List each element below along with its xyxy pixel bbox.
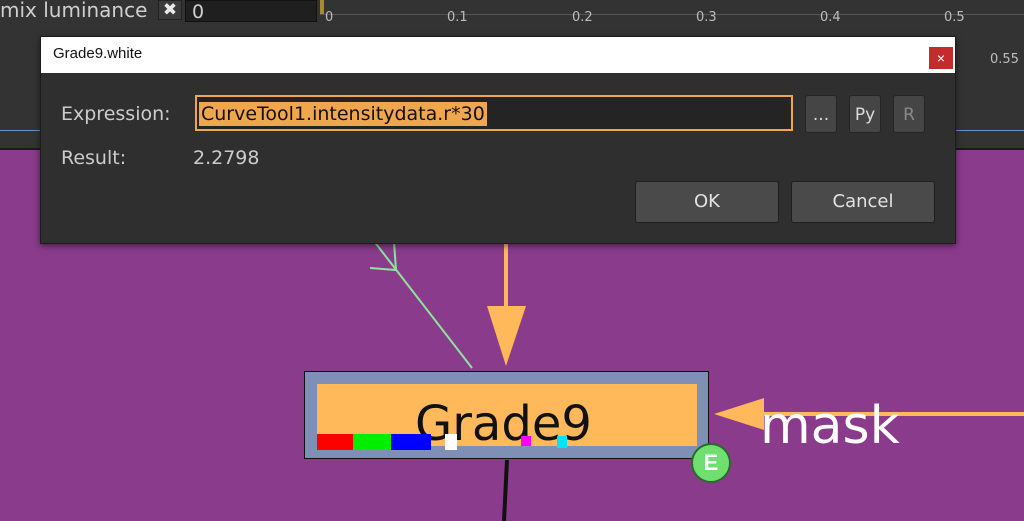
mask-pipe-arrow (714, 398, 764, 430)
close-icon[interactable]: × (929, 47, 953, 69)
green-link (369, 235, 473, 369)
channel-alpha-swatch (445, 434, 457, 450)
channel-green-swatch (353, 434, 391, 450)
tick-label: 0.4 (820, 10, 841, 25)
channel-red-swatch (317, 434, 353, 450)
output-pipe (502, 459, 509, 521)
tick-label: 0.3 (696, 10, 717, 25)
result-label: Result: (61, 147, 127, 169)
tick-label: 0.5 (944, 10, 965, 25)
tick-label: 0.1 (447, 10, 468, 25)
channel-blue-swatch (391, 434, 431, 450)
tick-label: 0.2 (572, 10, 593, 25)
mask-input-label: mask (760, 396, 900, 456)
tick-label: 0 (325, 10, 334, 25)
slider-handle[interactable] (320, 0, 324, 14)
mix-luminance-label: mix luminance (0, 0, 148, 22)
expression-badge-icon[interactable]: E (691, 443, 731, 483)
expression-selected-text: CurveTool1.intensitydata.r*30 (199, 102, 487, 126)
reset-x-icon[interactable]: ✖ (158, 0, 182, 20)
ruler-line (320, 14, 1024, 15)
channel-magenta-swatch (521, 436, 531, 446)
ok-button[interactable]: OK (635, 181, 779, 223)
dialog-title: Grade9.white (53, 45, 143, 62)
grade-node[interactable]: Grade9 (304, 371, 709, 459)
expression-input[interactable]: CurveTool1.intensitydata.r*30 (195, 95, 793, 131)
result-value: 2.2798 (193, 147, 260, 169)
browse-button[interactable]: ... (805, 95, 837, 133)
dialog-titlebar[interactable]: Grade9.white × (41, 37, 955, 73)
expression-label: Expression: (61, 103, 171, 125)
input-pipe-arrow (487, 306, 526, 366)
python-button[interactable]: Py (849, 95, 881, 133)
channel-cyan-swatch (557, 436, 567, 448)
r-button[interactable]: R (893, 95, 925, 133)
slider-ruler[interactable]: 0 0.1 0.2 0.3 0.4 0.5 0.55 (320, 0, 1024, 67)
mix-luminance-input[interactable]: 0 (185, 0, 317, 23)
cancel-button[interactable]: Cancel (791, 181, 935, 223)
expression-dialog: Grade9.white × Expression: CurveTool1.in… (40, 36, 956, 244)
tick-label: 0.55 (990, 52, 1019, 67)
